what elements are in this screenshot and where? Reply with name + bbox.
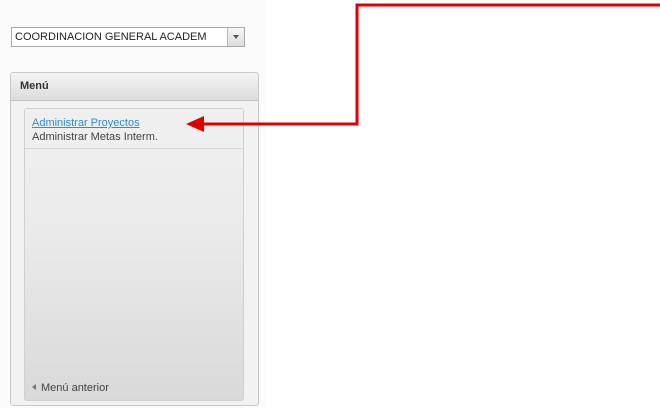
menu-body: Administrar Proyectos Administrar Metas … (24, 108, 244, 401)
annotation-line (202, 3, 660, 126)
menu-items: Administrar Proyectos Administrar Metas … (25, 109, 243, 149)
menu-item-administrar-proyectos[interactable]: Administrar Proyectos (32, 116, 243, 130)
department-select-value: COORDINACION GENERAL ACADEM (15, 31, 207, 43)
department-select[interactable]: COORDINACION GENERAL ACADEM (11, 27, 245, 47)
menu-panel: Menú Administrar Proyectos Administrar M… (10, 72, 259, 406)
previous-menu-link[interactable]: Menú anterior (32, 382, 109, 394)
chevron-left-icon (32, 384, 36, 390)
menu-title: Menú (11, 73, 258, 101)
screen: COORDINACION GENERAL ACADEM Menú Adminis… (0, 0, 660, 408)
chevron-down-icon (233, 35, 239, 39)
previous-menu-label: Menú anterior (41, 382, 109, 394)
dropdown-button[interactable] (227, 28, 244, 46)
menu-item-administrar-metas[interactable]: Administrar Metas Interm. (32, 130, 243, 144)
